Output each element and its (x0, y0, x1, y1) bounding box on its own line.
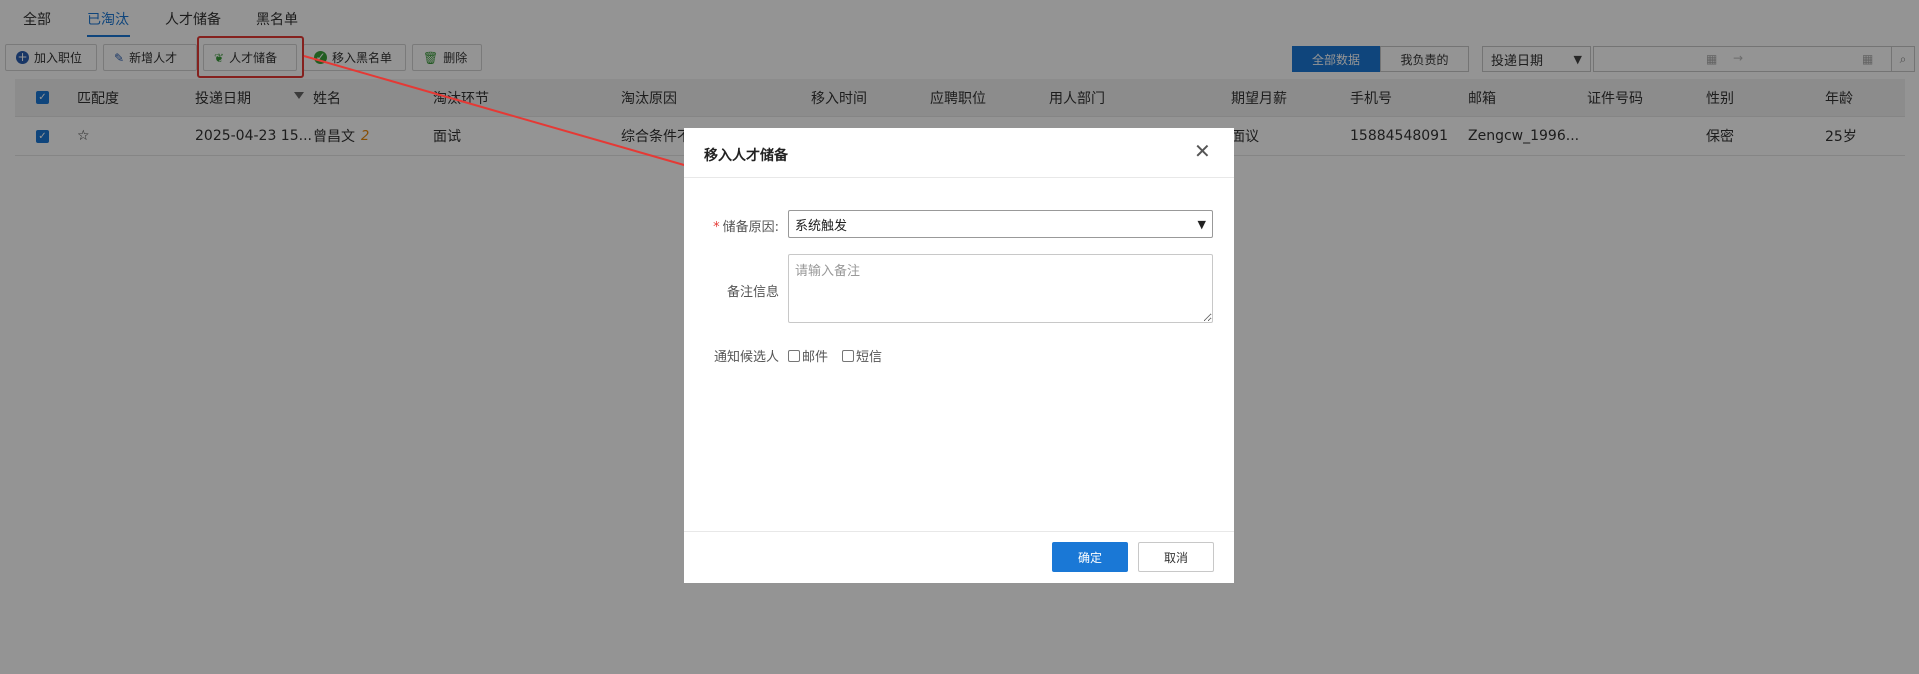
notify-options: 邮件 短信 (788, 346, 882, 365)
email-checkbox[interactable] (788, 349, 800, 362)
sms-option-label[interactable]: 短信 (856, 346, 882, 365)
reason-select[interactable]: 系统触发 ▼ (788, 210, 1213, 238)
close-icon[interactable]: ✕ (1194, 141, 1211, 161)
required-mark: * (713, 220, 720, 235)
notify-label: 通知候选人 (713, 350, 779, 365)
sms-checkbox[interactable] (842, 349, 855, 362)
dialog-header: 移入人才储备 ✕ (684, 128, 1234, 178)
chevron-down-icon: ▼ (1197, 217, 1206, 231)
remark-textarea[interactable] (788, 254, 1213, 323)
reason-label: * 储备原因: (684, 216, 779, 235)
dialog-title: 移入人才储备 (704, 148, 788, 164)
move-to-reserve-dialog: 移入人才储备 ✕ *储备原因: 系统触发 ▼ 备注信息 通知候选人 邮件 短信 … (684, 128, 1234, 583)
confirm-button[interactable]: 确定 (1052, 542, 1128, 572)
remark-label: 备注信息 (726, 285, 779, 300)
email-option-label[interactable]: 邮件 (802, 346, 828, 365)
reason-select-value: 系统触发 (795, 218, 848, 234)
dialog-footer: 确定 取消 (684, 531, 1234, 583)
cancel-button[interactable]: 取消 (1138, 542, 1214, 572)
reason-label-text: 储备原因: (722, 220, 779, 235)
